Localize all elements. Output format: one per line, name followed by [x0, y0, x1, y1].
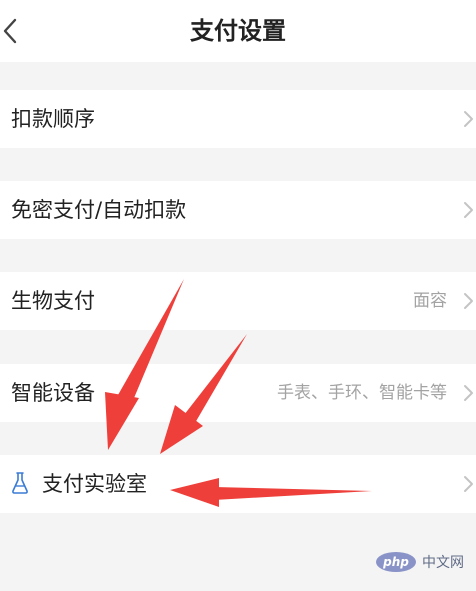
- watermark-text: 中文网: [422, 555, 464, 571]
- settings-row-password-free-payment[interactable]: 免密支付/自动扣款: [0, 181, 476, 239]
- settings-row-smart-devices[interactable]: 智能设备 手表、手环、智能卡等: [0, 364, 476, 422]
- flask-icon: [11, 471, 29, 495]
- settings-row-biometric-payment[interactable]: 生物支付 面容: [0, 272, 476, 330]
- chevron-right-icon: [462, 109, 476, 129]
- row-label: 智能设备: [11, 381, 95, 405]
- settings-row-deduction-order[interactable]: 扣款顺序: [0, 90, 476, 148]
- header-bar: 支付设置: [0, 0, 476, 62]
- chevron-right-icon: [462, 474, 476, 494]
- chevron-right-icon: [462, 383, 476, 403]
- chevron-right-icon: [462, 200, 476, 220]
- page-title: 支付设置: [190, 17, 286, 45]
- watermark-logo: php: [376, 552, 416, 572]
- settings-row-payment-lab[interactable]: 支付实验室: [0, 455, 476, 513]
- row-label: 生物支付: [11, 289, 95, 313]
- row-label: 免密支付/自动扣款: [11, 198, 187, 222]
- row-label: 扣款顺序: [11, 107, 95, 131]
- row-label: 支付实验室: [42, 472, 147, 496]
- chevron-right-icon: [462, 291, 476, 311]
- watermark: php 中文网: [376, 551, 464, 573]
- row-value: 面容: [413, 291, 447, 311]
- row-value: 手表、手环、智能卡等: [277, 383, 447, 403]
